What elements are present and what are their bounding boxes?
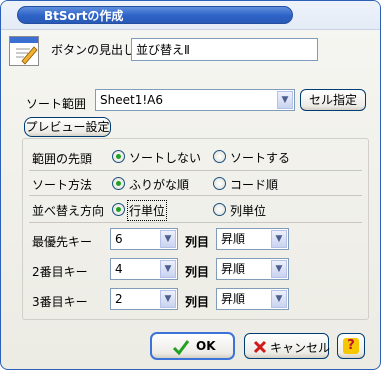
key2-label: 2番目キー — [32, 265, 88, 279]
chevron-down-icon[interactable]: ▼ — [160, 260, 176, 278]
key2-unit-label: 列目 — [185, 265, 210, 279]
no-sort-radio[interactable] — [112, 150, 125, 163]
key1-order-combo[interactable]: 昇順 ▼ — [216, 228, 289, 250]
options-group: 範囲の先頭 ソートしない ソートする ソート方法 ふりがな順 コード順 並べ替え… — [22, 138, 369, 320]
help-button[interactable]: ? — [337, 333, 365, 359]
ok-button[interactable]: OK — [150, 332, 235, 360]
row-unit-radio[interactable] — [112, 203, 125, 216]
chevron-down-icon[interactable]: ▼ — [271, 290, 287, 308]
key3-unit-label: 列目 — [185, 295, 210, 309]
furigana-label[interactable]: ふりがな順 — [129, 176, 189, 193]
ok-label: OK — [196, 339, 216, 353]
sort-range-label: ソート範囲 — [26, 97, 87, 111]
key2-column-combo[interactable]: 4 ▼ — [110, 258, 178, 280]
dialog-window: BtSortの作成 ボタンの見出し 並び替えⅡ ソート範囲 Sheet1!A6 … — [0, 0, 381, 370]
chevron-down-icon[interactable]: ▼ — [271, 260, 287, 278]
select-cell-button[interactable]: セル指定 — [300, 89, 366, 111]
divider — [29, 222, 362, 223]
key1-unit-label: 列目 — [185, 235, 210, 249]
divider — [29, 170, 362, 171]
help-icon: ? — [343, 338, 359, 354]
title-bar[interactable]: BtSortの作成 — [1, 1, 380, 30]
sort-header-radio[interactable] — [213, 150, 226, 163]
no-sort-label[interactable]: ソートしない — [129, 149, 201, 166]
column-unit-label[interactable]: 列単位 — [230, 202, 266, 219]
key2-column-value: 4 — [115, 262, 123, 276]
cancel-button[interactable]: キャンセル — [244, 333, 331, 359]
caption-label: ボタンの見出し — [51, 43, 136, 57]
code-order-radio[interactable] — [213, 177, 226, 190]
window-title: BtSortの作成 — [17, 6, 293, 24]
chevron-down-icon[interactable]: ▼ — [271, 230, 287, 248]
chevron-down-icon[interactable]: ▼ — [160, 230, 176, 248]
column-unit-radio[interactable] — [213, 203, 226, 216]
sort-header-label[interactable]: ソートする — [230, 149, 290, 166]
header-option-label: 範囲の先頭 — [32, 152, 93, 166]
furigana-radio[interactable] — [112, 177, 125, 190]
chevron-down-icon[interactable]: ▼ — [277, 91, 293, 109]
key1-label: 最優先キー — [32, 235, 93, 249]
code-order-label[interactable]: コード順 — [230, 176, 278, 193]
key1-order-value: 昇順 — [221, 232, 246, 246]
row-unit-label[interactable]: 行単位 — [126, 200, 168, 221]
cancel-label: キャンセル — [270, 341, 331, 355]
key3-order-value: 昇順 — [221, 292, 246, 306]
direction-label: 並べ替え方向 — [32, 204, 105, 218]
key3-order-combo[interactable]: 昇順 ▼ — [216, 288, 289, 310]
close-icon — [253, 340, 267, 354]
key3-label: 3番目キー — [32, 295, 88, 309]
key2-order-value: 昇順 — [221, 262, 246, 276]
divider — [29, 195, 362, 196]
key1-column-value: 6 — [115, 232, 123, 246]
key1-column-combo[interactable]: 6 ▼ — [110, 228, 178, 250]
key2-order-combo[interactable]: 昇順 ▼ — [216, 258, 289, 280]
chevron-down-icon[interactable]: ▼ — [160, 290, 176, 308]
sort-range-value: Sheet1!A6 — [100, 93, 163, 107]
key3-column-value: 2 — [115, 292, 123, 306]
preview-settings-button[interactable]: プレビュー設定 — [24, 117, 111, 137]
caption-input[interactable]: 並び替えⅡ — [131, 38, 318, 61]
method-label: ソート方法 — [32, 178, 93, 192]
checkmark-icon — [172, 340, 190, 355]
notepad-icon — [9, 36, 39, 66]
sort-range-combo[interactable]: Sheet1!A6 ▼ — [95, 89, 295, 111]
key3-column-combo[interactable]: 2 ▼ — [110, 288, 178, 310]
